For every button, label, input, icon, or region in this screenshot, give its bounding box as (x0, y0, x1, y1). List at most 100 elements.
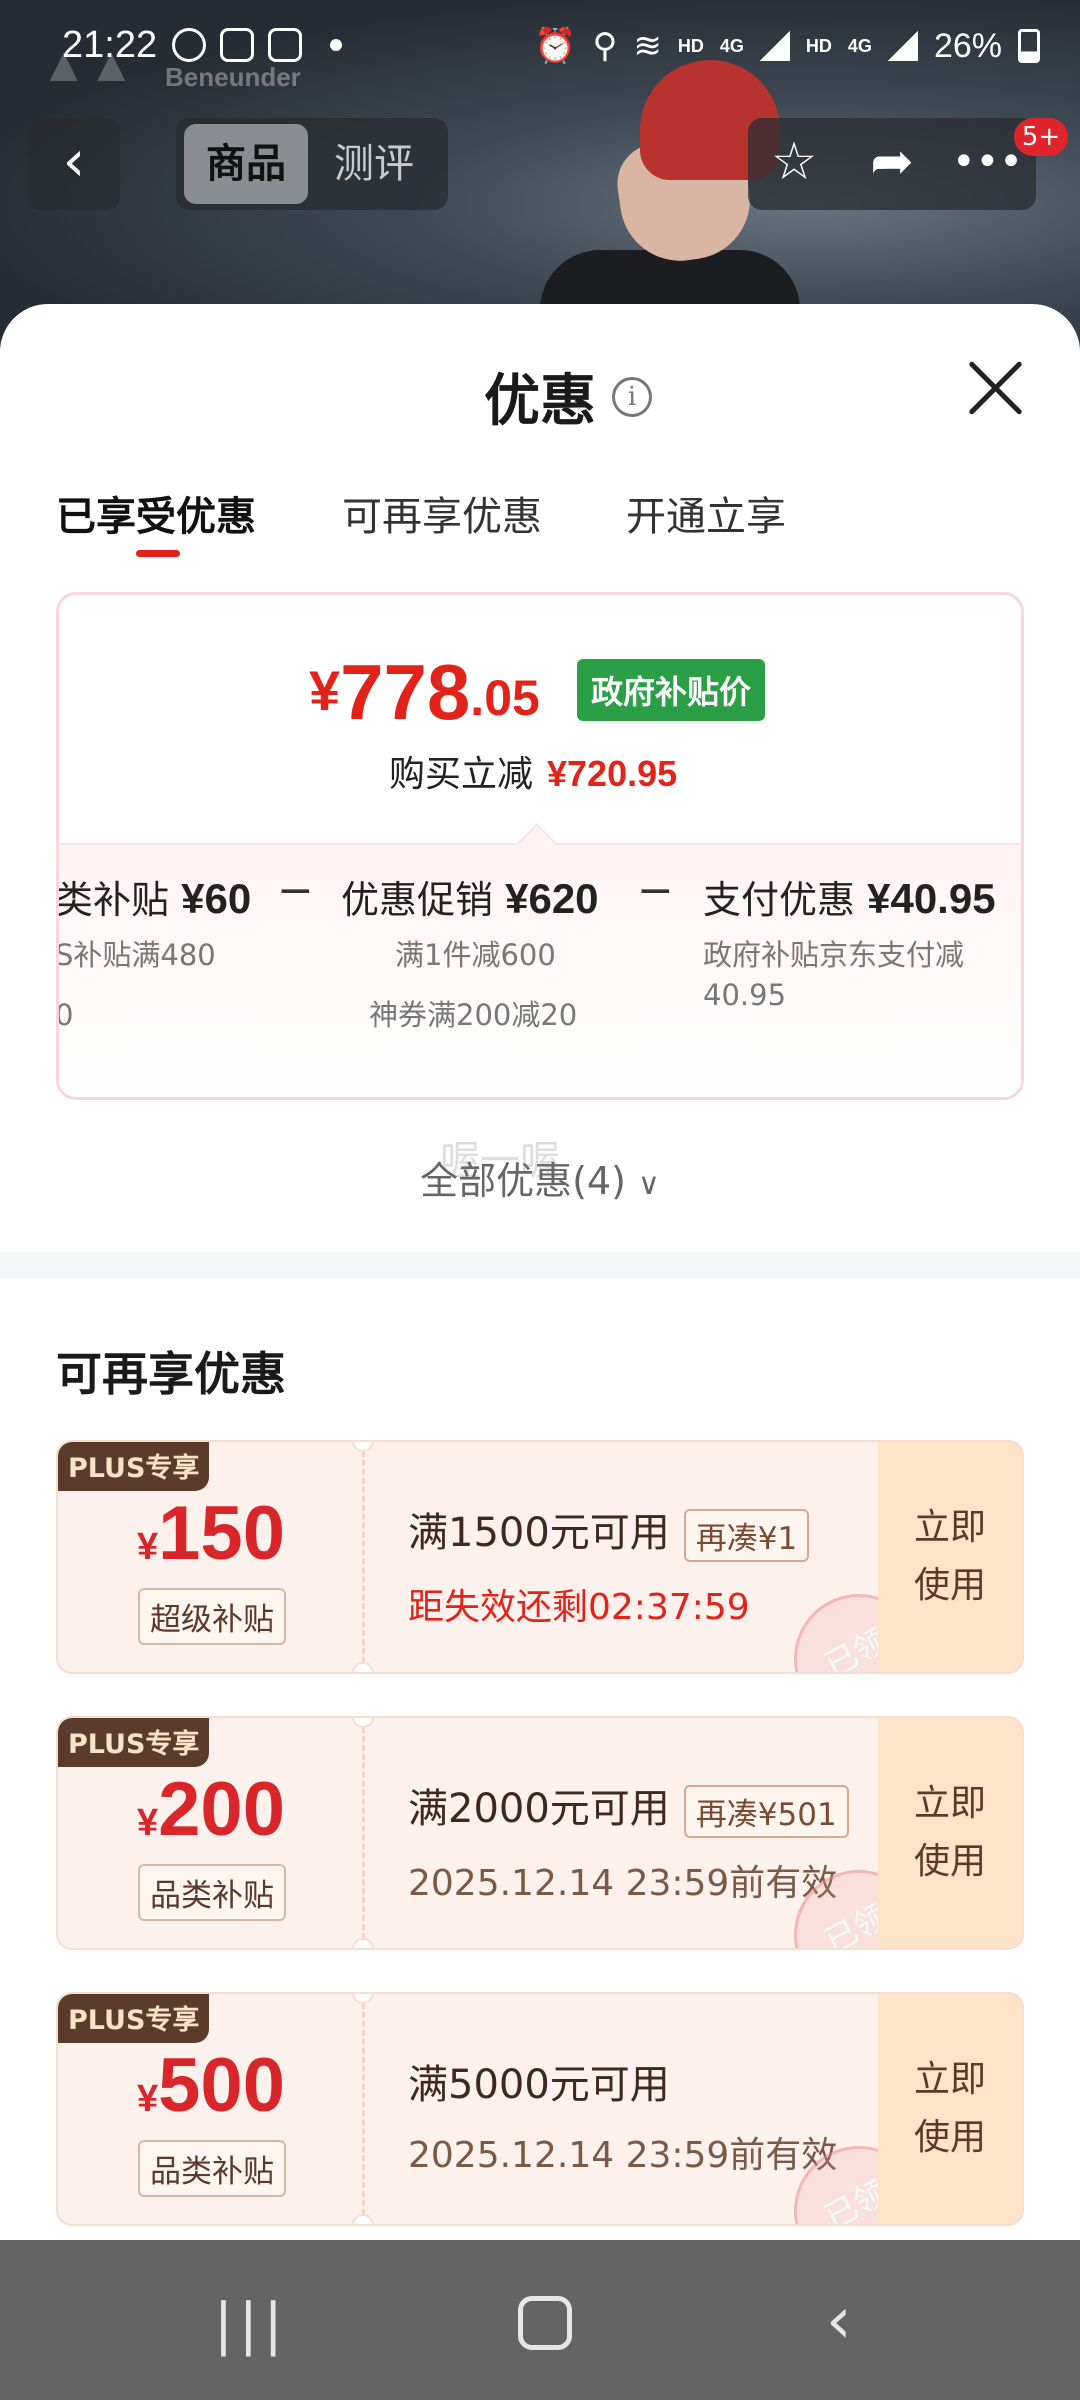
coupon-value: 200 (158, 1767, 285, 1852)
gallery-icon (220, 28, 254, 62)
use-now-button[interactable]: 立即 使用 (878, 1718, 1022, 1948)
coupon-value: 150 (158, 1491, 285, 1576)
coupon-value-area: PLUS专享 ¥500 品类补贴 (58, 1994, 364, 2224)
home-icon[interactable] (518, 2296, 572, 2350)
tab-product[interactable]: 商品 (184, 124, 308, 204)
coupon-countdown: 距失效还剩02:37:59 (408, 1586, 750, 1628)
screen: ▲▲ Beneunder 21:22 ⏰ ⚲ ≋ HD 4G HD 4G 26%… (0, 0, 1080, 2400)
tab-enjoyed-discounts[interactable]: 已享受优惠 (56, 484, 256, 542)
recent-apps-icon[interactable]: ||| (214, 2292, 289, 2357)
message-count-badge: 5+ (1014, 118, 1068, 156)
coupon-condition: 满2000元可用 再凑¥501 (408, 1776, 849, 1838)
price-integer: 778 (340, 648, 471, 736)
location-icon: ⚲ (592, 27, 618, 65)
share-icon[interactable]: ➦ (860, 130, 924, 194)
tab-review[interactable]: 测评 (312, 124, 436, 204)
final-price: ¥ 778 .05 (309, 653, 540, 731)
section-divider (0, 1252, 1080, 1278)
alarm-icon: ⏰ (534, 27, 577, 65)
reduction-amount: ¥720.95 (547, 753, 678, 794)
coupon-expiry: 2025.12.14 23:59前有效 (408, 1862, 838, 1904)
coupon-top-up-hint: 再凑¥1 (683, 1508, 810, 1562)
coupon-type: 超级补贴 (138, 1588, 286, 1645)
coupon-condition-text: 满1500元可用 (408, 1510, 670, 1556)
status-bar: 21:22 ⏰ ⚲ ≋ HD 4G HD 4G 26% (0, 0, 1080, 100)
all-discounts-label: 全部优惠(4) (420, 1159, 626, 1203)
product-tabs: 商品 测评 (176, 118, 448, 210)
breakdown-amount: ¥620 (505, 875, 599, 922)
coupon-notch (352, 1938, 374, 1948)
coupon-currency: ¥ (137, 2078, 159, 2120)
clock-app-icon (268, 28, 302, 62)
more-options-icon[interactable]: ••• (952, 130, 1023, 194)
coupon-value-area: PLUS专享 ¥150 超级补贴 (58, 1442, 364, 1672)
wechat-icon (172, 28, 206, 62)
use-now-button[interactable]: 立即 使用 (878, 1994, 1022, 2224)
coupon-expiry: 2025.12.14 23:59前有效 (408, 2135, 838, 2176)
gov-subsidy-badge: 政府补贴价 (577, 659, 766, 721)
coupon-condition-text: 满5000元可用 (408, 2062, 670, 2108)
tab-activate-discounts[interactable]: 开通立享 (626, 484, 786, 542)
use-now-label-2: 使用 (913, 1565, 986, 1606)
breakdown-sub: 神券满200减20 (369, 998, 578, 1032)
status-time: 21:22 (62, 24, 158, 66)
network-label-1: 4G (719, 35, 744, 56)
breakdown-amount: ¥40.95 (867, 875, 996, 922)
coupon-perforation (362, 1718, 365, 1948)
system-back-icon[interactable]: ‹ (826, 2284, 852, 2358)
use-now-label-2: 使用 (913, 1841, 986, 1882)
signal-icon-2 (887, 31, 918, 61)
coupon-condition: 满1500元可用 再凑¥1 (408, 1500, 810, 1562)
back-button[interactable]: ‹ (28, 118, 120, 210)
plus-exclusive-tag: PLUS专享 (58, 1718, 210, 1767)
coupon-card[interactable]: PLUS专享 ¥500 品类补贴 满5000元可用 2025.12.14 23:… (56, 1992, 1024, 2226)
coupon-amount: ¥200 (58, 1766, 364, 1853)
purchase-reduction: 购买立减 ¥720.95 (389, 745, 677, 797)
system-navigation-bar: ||| ‹ (0, 2240, 1080, 2400)
wifi-icon: ≋ (633, 27, 662, 65)
reduction-label: 购买立减 (389, 754, 534, 795)
coupon-currency: ¥ (137, 1526, 159, 1568)
signal-icon-1 (759, 31, 790, 61)
coupon-perforation (362, 1994, 365, 2224)
hd-label-2: HD (805, 35, 832, 56)
all-discounts-toggle[interactable]: 全部优惠(4) ∨ (0, 1150, 1080, 1205)
use-now-label-1: 立即 (913, 2059, 986, 2100)
plus-exclusive-tag: PLUS专享 (58, 1442, 210, 1491)
coupon-value: 500 (158, 2043, 285, 2128)
battery-icon (1018, 29, 1040, 63)
hd-label-1: HD (677, 35, 704, 56)
use-now-label-1: 立即 (913, 1783, 986, 1824)
coupon-type: 品类补贴 (138, 1864, 286, 1921)
breakdown-sub: 政府补贴京东支付减 (703, 938, 965, 972)
discount-breakdown: 类补贴 ¥60 S补贴满480 0 − 优惠促销 ¥620 满1件减600 神券… (59, 843, 1021, 1097)
discount-sheet: 优惠 i 已享受优惠 可再享优惠 开通立享 ¥ 778 .05 政府补贴价 购买… (0, 304, 1080, 2240)
network-label-2: 4G (847, 35, 872, 56)
use-now-button[interactable]: 立即 使用 (878, 1442, 1022, 1672)
breakdown-sub: 40.95 (703, 978, 787, 1012)
status-notification-icons (172, 28, 342, 62)
price-currency: ¥ (309, 659, 341, 722)
sheet-header: 优惠 i (484, 356, 652, 437)
info-icon[interactable]: i (612, 376, 652, 417)
top-actions: ☆ ➦ ••• (748, 118, 1036, 210)
coupon-notch (352, 1662, 374, 1672)
coupon-perforation (362, 1442, 365, 1672)
more-discounts-title: 可再享优惠 (56, 1347, 286, 1401)
tab-more-discounts[interactable]: 可再享优惠 (342, 484, 542, 542)
chevron-down-icon: ∨ (637, 1167, 660, 1202)
coupon-amount: ¥500 (58, 2042, 364, 2129)
use-now-label-2: 使用 (913, 2117, 986, 2158)
use-now-label-1: 立即 (913, 1507, 986, 1548)
price-summary-card: ¥ 778 .05 政府补贴价 购买立减 ¥720.95 类补贴 ¥60 S补贴满… (56, 592, 1024, 1100)
coupon-details: 满1500元可用 再凑¥1 距失效还剩02:37:59 (408, 1500, 810, 1630)
breakdown-label: 优惠促销 (341, 878, 494, 922)
coupon-amount: ¥150 (58, 1490, 364, 1577)
breakdown-label: 支付优惠 (703, 878, 856, 922)
coupon-card[interactable]: PLUS专享 ¥200 品类补贴 满2000元可用 再凑¥501 2025.12.… (56, 1716, 1024, 1950)
coupon-condition-text: 满2000元可用 (408, 1786, 670, 1832)
close-icon[interactable] (960, 352, 1030, 422)
breakdown-category-subsidy: 类补贴 ¥60 (59, 869, 251, 924)
coupon-card[interactable]: PLUS专享 ¥150 超级补贴 满1500元可用 再凑¥1 距失效还剩02:37… (56, 1440, 1024, 1674)
favorite-star-icon[interactable]: ☆ (762, 130, 826, 194)
